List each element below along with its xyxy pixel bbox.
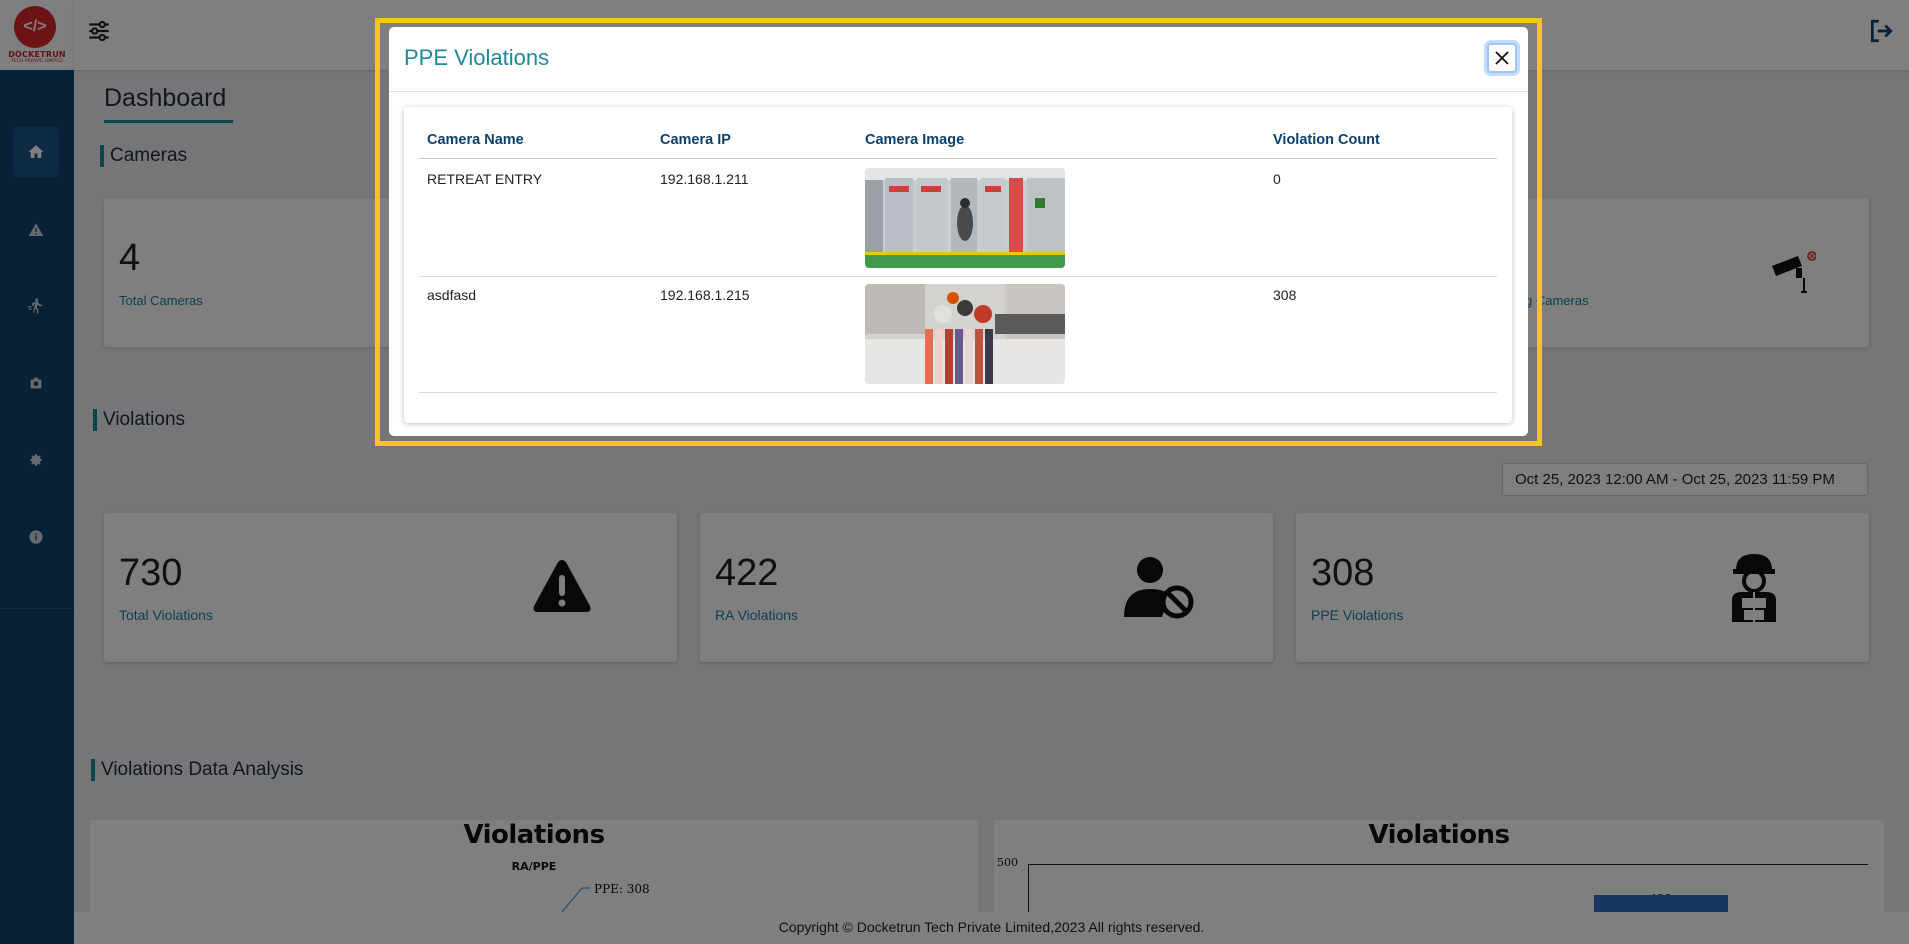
table-row-divider xyxy=(419,392,1497,393)
modal-title: PPE Violations xyxy=(404,45,550,70)
row-2-violation-count: 308 xyxy=(1273,287,1297,303)
modal-header-divider xyxy=(389,91,1528,92)
col-header-camera-ip: Camera IP xyxy=(660,132,731,148)
row-2-camera-image[interactable] xyxy=(865,284,1065,384)
close-icon xyxy=(1495,51,1509,65)
col-header-camera-image: Camera Image xyxy=(865,132,965,148)
row-1-camera-name: RETREAT ENTRY xyxy=(427,171,543,187)
row-2-camera-name: asdfasd xyxy=(427,287,477,303)
row-1-camera-image[interactable] xyxy=(865,168,1065,268)
table-header-divider xyxy=(419,158,1497,159)
col-header-camera-name: Camera Name xyxy=(427,132,524,148)
row-1-camera-ip: 192.168.1.211 xyxy=(660,171,749,187)
row-1-violation-count: 0 xyxy=(1273,171,1281,187)
col-header-violation-count: Violation Count xyxy=(1273,132,1380,148)
modal-close-button[interactable] xyxy=(1487,43,1517,73)
table-row-divider xyxy=(419,276,1497,277)
row-2-camera-ip: 192.168.1.215 xyxy=(660,287,750,303)
